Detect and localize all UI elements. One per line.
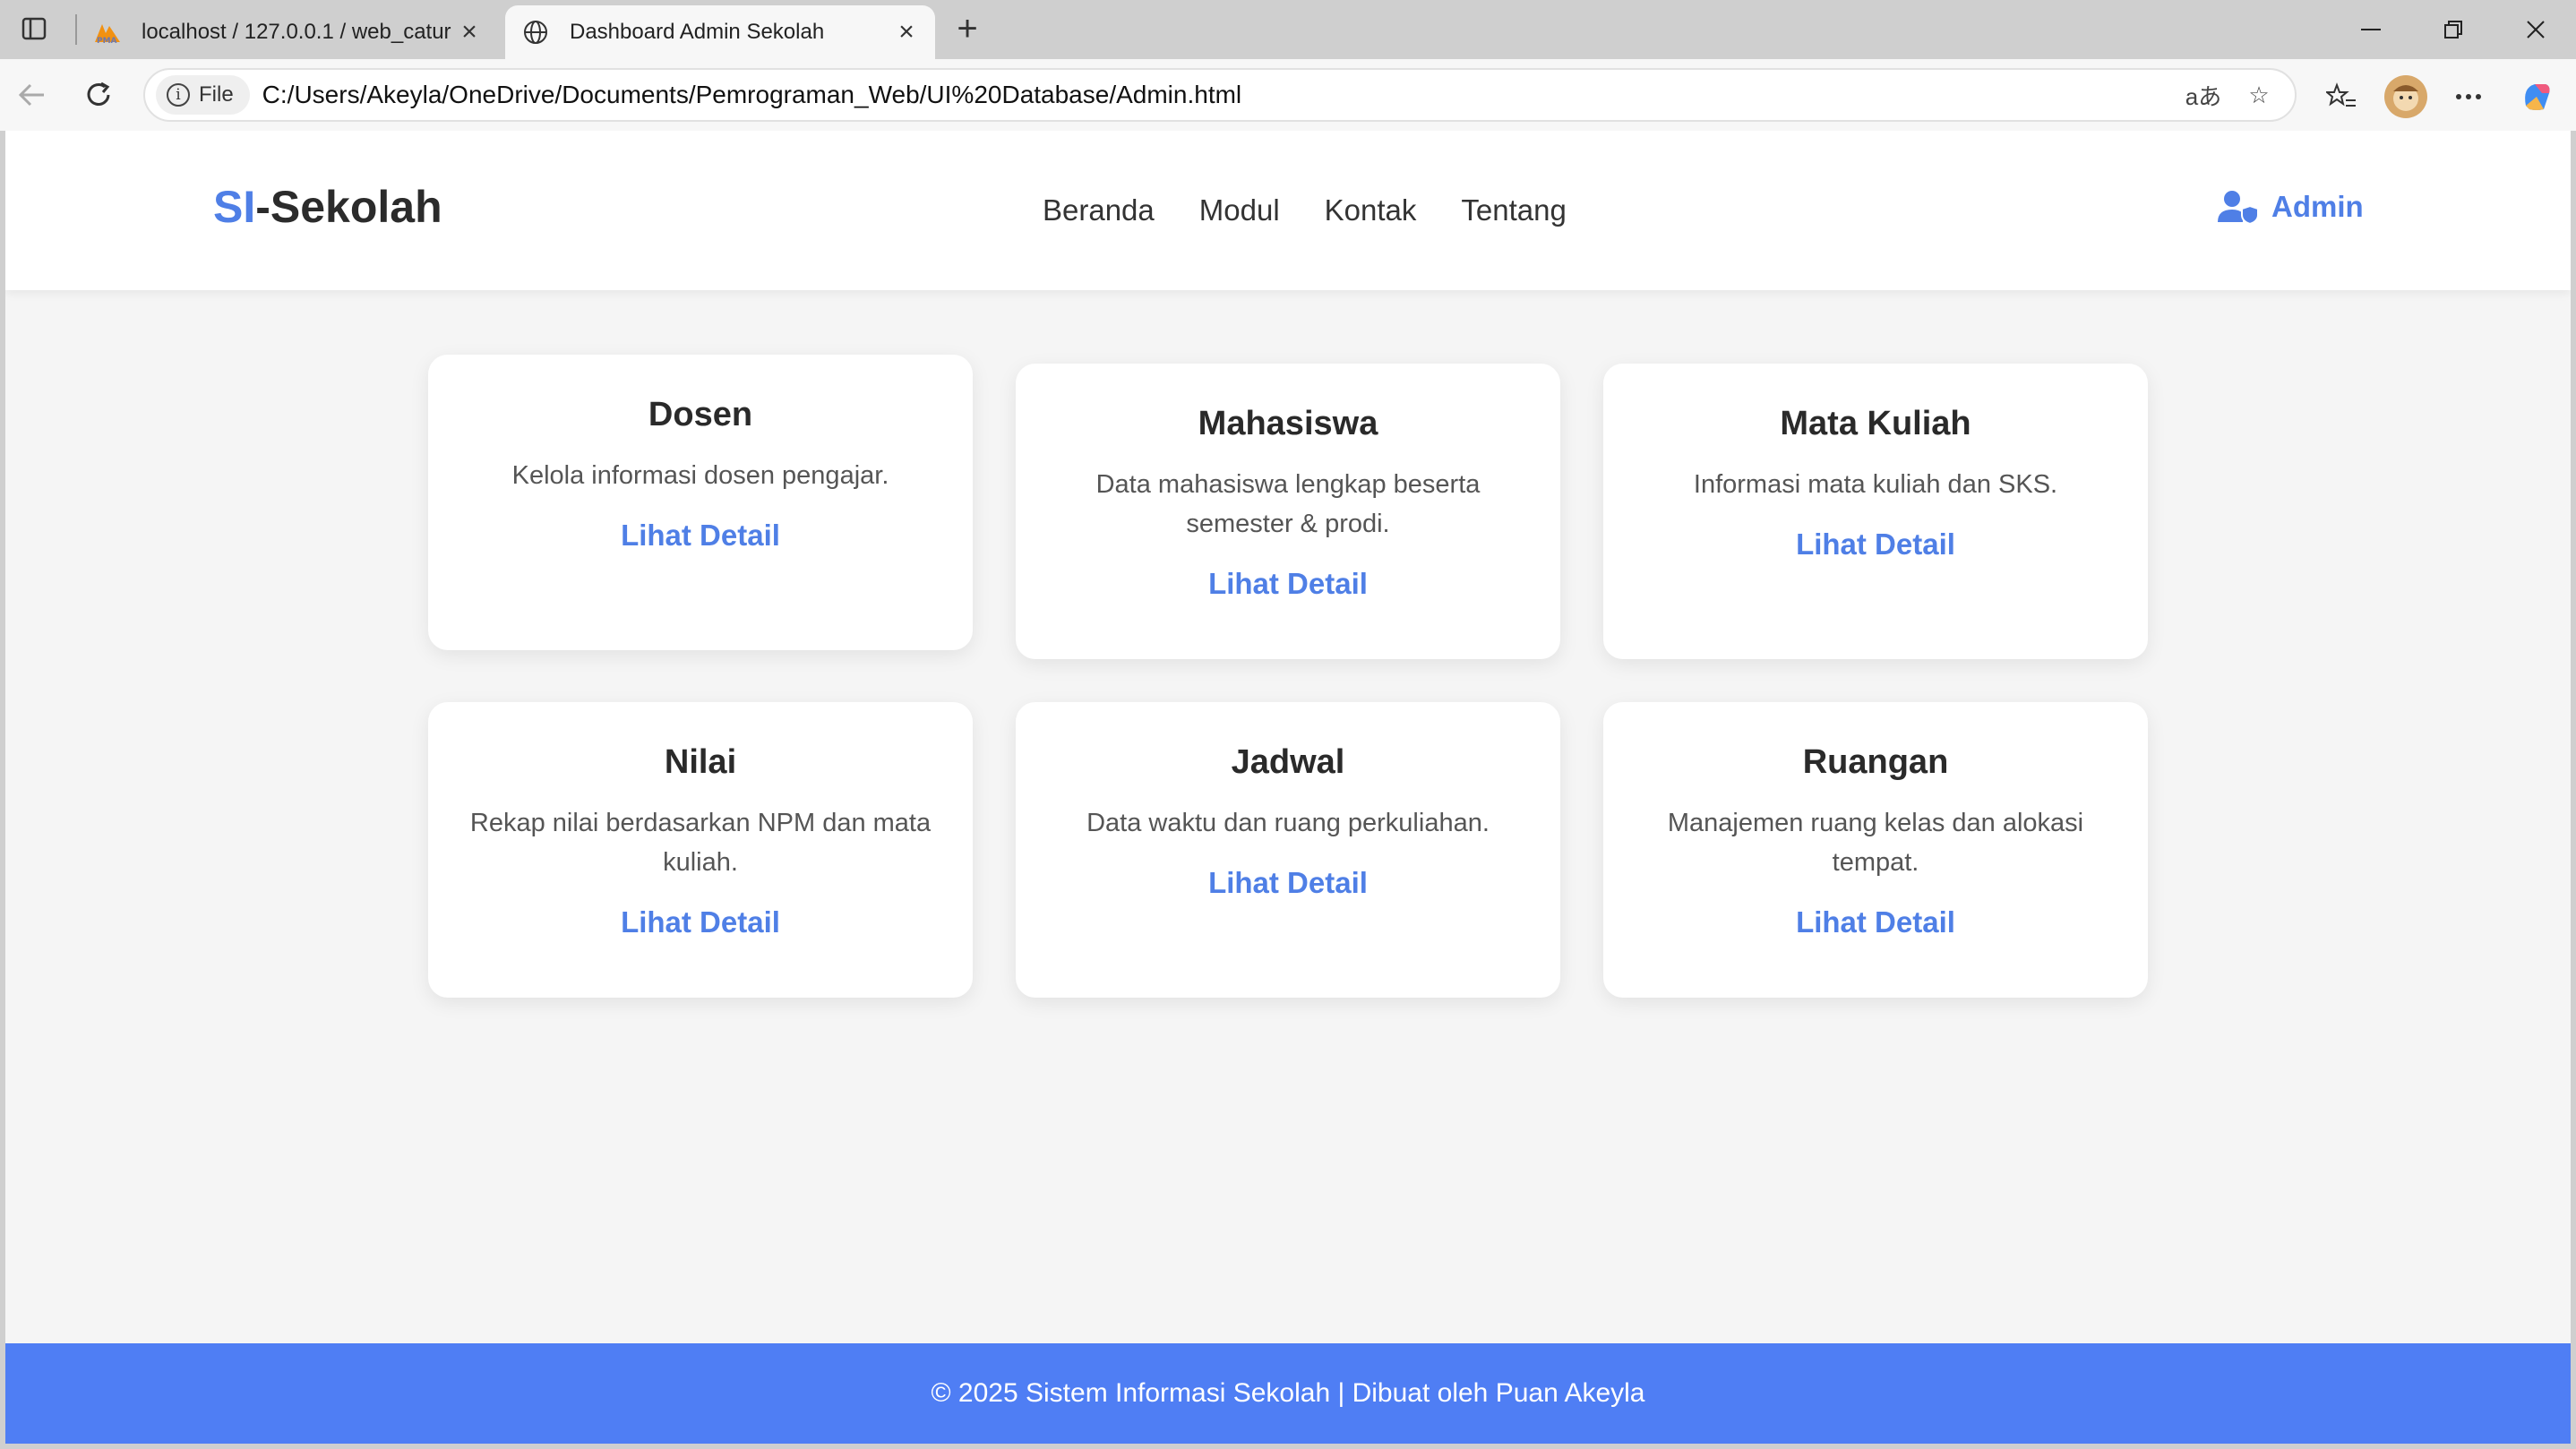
card-detail-link[interactable]: Lihat Detail <box>621 905 780 939</box>
restore-icon[interactable] <box>2422 7 2485 52</box>
card-title: Mata Kuliah <box>1780 405 1971 442</box>
card-detail-link[interactable]: Lihat Detail <box>1208 866 1368 900</box>
card-dosen: Dosen Kelola informasi dosen pengajar. L… <box>428 355 973 650</box>
svg-text:PMA: PMA <box>97 37 117 44</box>
more-options-icon[interactable] <box>2447 75 2490 118</box>
tab-close-icon[interactable]: × <box>451 14 487 50</box>
card-ruangan: Ruangan Manajemen ruang kelas dan alokas… <box>1603 702 2148 998</box>
tab-close-icon[interactable]: × <box>889 14 924 50</box>
logo-text: -Sekolah <box>255 182 442 232</box>
close-window-icon[interactable] <box>2504 7 2567 52</box>
card-detail-link[interactable]: Lihat Detail <box>1796 527 1955 562</box>
nav-modul[interactable]: Modul <box>1199 193 1280 227</box>
read-aloud-icon[interactable]: aあ <box>2184 75 2223 115</box>
card-detail-link[interactable]: Lihat Detail <box>1796 905 1955 939</box>
globe-icon <box>521 18 550 47</box>
card-mata-kuliah: Mata Kuliah Informasi mata kuliah dan SK… <box>1603 364 2148 659</box>
url-text[interactable]: C:/Users/Akeyla/OneDrive/Documents/Pemro… <box>262 81 2184 109</box>
card-detail-link[interactable]: Lihat Detail <box>621 519 780 553</box>
browser-toolbar: i File C:/Users/Akeyla/OneDrive/Document… <box>0 59 2576 131</box>
card-title: Jadwal <box>1231 743 1345 781</box>
main-nav: Beranda Modul Kontak Tentang <box>1043 193 1567 227</box>
back-icon[interactable] <box>13 75 52 115</box>
footer-text: © 2025 Sistem Informasi Sekolah | Dibuat… <box>931 1378 1645 1408</box>
card-title: Mahasiswa <box>1198 405 1378 442</box>
card-detail-link[interactable]: Lihat Detail <box>1208 567 1368 601</box>
info-icon: i <box>167 83 190 107</box>
tab-dashboard-admin[interactable]: Dashboard Admin Sekolah × <box>505 5 935 59</box>
phpmyadmin-icon: PMA <box>93 18 122 47</box>
profile-avatar-icon[interactable] <box>2384 75 2427 118</box>
user-shield-icon <box>2218 191 2259 224</box>
reload-icon[interactable] <box>79 75 118 115</box>
card-mahasiswa: Mahasiswa Data mahasiswa lengkap beserta… <box>1016 364 1560 659</box>
admin-user-link[interactable]: Admin <box>2218 190 2364 224</box>
new-tab-icon[interactable]: + <box>948 9 987 48</box>
nav-beranda[interactable]: Beranda <box>1043 193 1155 227</box>
tab-actions-icon[interactable] <box>16 13 52 45</box>
card-title: Dosen <box>648 396 753 433</box>
copilot-icon[interactable] <box>2515 75 2558 118</box>
card-description: Informasi mata kuliah dan SKS. <box>1693 470 2058 499</box>
tab-title: Dashboard Admin Sekolah <box>570 20 825 44</box>
nav-kontak[interactable]: Kontak <box>1325 193 1417 227</box>
site-header: SI-Sekolah Beranda Modul Kontak Tentang … <box>5 131 2571 290</box>
site-footer: © 2025 Sistem Informasi Sekolah | Dibuat… <box>5 1343 2571 1444</box>
address-bar[interactable]: i File C:/Users/Akeyla/OneDrive/Document… <box>143 68 2297 122</box>
site-logo[interactable]: SI-Sekolah <box>213 181 442 233</box>
tab-phpmyadmin[interactable]: PMA localhost / 127.0.0.1 / web_catur | … <box>77 5 498 59</box>
card-title: Ruangan <box>1802 743 1949 781</box>
nav-tentang[interactable]: Tentang <box>1461 193 1566 227</box>
favorite-star-icon[interactable]: ☆ <box>2239 75 2279 115</box>
minimize-icon[interactable] <box>2340 7 2402 52</box>
card-description: Data waktu dan ruang perkuliahan. <box>1086 809 1490 837</box>
admin-label: Admin <box>2271 190 2364 223</box>
browser-tab-bar: PMA localhost / 127.0.0.1 / web_catur | … <box>0 0 2576 59</box>
card-description: Manajemen ruang kelas dan alokasi tempat… <box>1667 809 2084 877</box>
card-jadwal: Jadwal Data waktu dan ruang perkuliahan.… <box>1016 702 1560 998</box>
page-viewport: SI-Sekolah Beranda Modul Kontak Tentang … <box>5 131 2571 1444</box>
card-description: Data mahasiswa lengkap beserta semester … <box>1095 470 1481 538</box>
favorites-icon[interactable] <box>2320 75 2363 118</box>
card-description: Rekap nilai berdasarkan NPM dan mata kul… <box>469 809 932 877</box>
logo-accent: SI <box>213 182 256 232</box>
site-info-button[interactable]: i File <box>156 75 250 115</box>
tab-title: localhost / 127.0.0.1 / web_catur | <box>142 20 451 44</box>
card-description: Kelola informasi dosen pengajar. <box>511 461 889 490</box>
card-title: Nilai <box>664 743 737 781</box>
scheme-label: File <box>199 82 234 107</box>
card-nilai: Nilai Rekap nilai berdasarkan NPM dan ma… <box>428 702 973 998</box>
